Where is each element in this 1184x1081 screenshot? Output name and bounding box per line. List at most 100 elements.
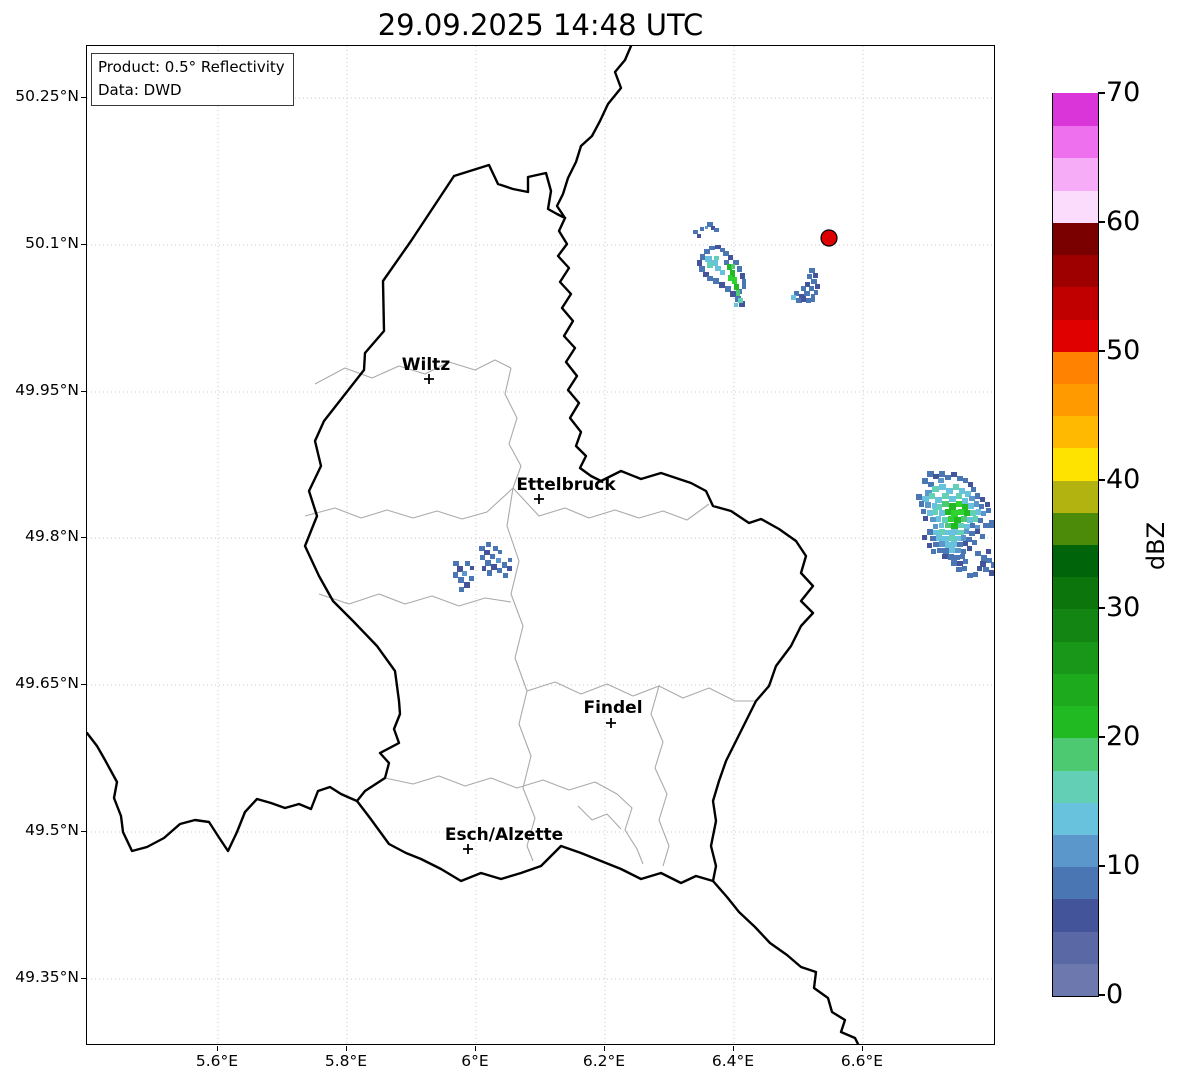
radar-cell bbox=[700, 254, 705, 260]
lon-tick-mark bbox=[345, 1046, 347, 1051]
radar-cell bbox=[979, 504, 984, 509]
colorbar-tick-label: 60 bbox=[1106, 205, 1141, 237]
lon-tick-label: 5.6°E bbox=[195, 1052, 239, 1070]
lon-tick-mark bbox=[216, 1046, 218, 1051]
radar-cell bbox=[485, 560, 491, 566]
map-canvas: Wiltz Ettelbruck Findel Esch/Alzette bbox=[87, 46, 994, 1044]
radar-cell bbox=[991, 562, 994, 568]
radar-cell bbox=[699, 266, 705, 272]
radar-cell bbox=[740, 273, 745, 279]
city-marker-findel bbox=[606, 718, 616, 728]
radar-cell bbox=[983, 567, 989, 572]
country-border bbox=[711, 879, 860, 1044]
district-border bbox=[318, 593, 512, 607]
radar-cell bbox=[957, 561, 963, 566]
colorbar-segment bbox=[1053, 93, 1098, 127]
radar-cell bbox=[956, 567, 962, 572]
legend-data-line: Data: DWD bbox=[98, 80, 182, 99]
radar-patch-cell-northeast-small bbox=[791, 268, 820, 303]
lat-tick-label: 50.1°N bbox=[25, 234, 79, 252]
colorbar-segment bbox=[1053, 576, 1098, 610]
colorbar-segment bbox=[1053, 415, 1098, 449]
radar-cell bbox=[453, 561, 459, 566]
radar-cell bbox=[801, 286, 806, 291]
colorbar-segment bbox=[1053, 125, 1098, 159]
lat-tick-mark bbox=[81, 536, 86, 538]
colorbar-segment bbox=[1053, 769, 1098, 803]
lon-tick-label: 6.6°E bbox=[840, 1052, 884, 1070]
radar-cell bbox=[734, 284, 739, 290]
radar-cell bbox=[973, 516, 978, 522]
lat-tick-label: 49.95°N bbox=[15, 381, 79, 399]
radar-cell bbox=[967, 546, 972, 551]
radar-cell bbox=[937, 548, 943, 553]
radar-cell bbox=[954, 555, 960, 560]
radar-cell bbox=[742, 284, 746, 289]
radar-cell bbox=[951, 523, 958, 529]
colorbar-tick-mark bbox=[1098, 220, 1105, 223]
radar-cell bbox=[811, 279, 817, 284]
radar-cell bbox=[933, 509, 938, 515]
radar-cell bbox=[951, 529, 958, 535]
radar-cell bbox=[960, 554, 965, 559]
radar-cell bbox=[720, 270, 725, 275]
radar-cell bbox=[955, 536, 961, 541]
radar-cell bbox=[972, 540, 977, 545]
radar-cell bbox=[958, 530, 964, 535]
radar-cell bbox=[925, 502, 931, 508]
colorbar-tick-label: 10 bbox=[1106, 850, 1141, 882]
colorbar-segment bbox=[1053, 866, 1098, 900]
radar-cell bbox=[986, 549, 991, 554]
radar-cell bbox=[978, 518, 983, 523]
radar-cell bbox=[956, 493, 962, 499]
radar-cell bbox=[923, 516, 928, 521]
radar-cell bbox=[497, 568, 502, 573]
colorbar-segment bbox=[1053, 254, 1098, 288]
radar-cell bbox=[508, 558, 512, 562]
radar-patch-cell-central bbox=[453, 542, 512, 592]
radar-cell bbox=[981, 511, 986, 516]
radar-cell bbox=[806, 298, 811, 303]
colorbar-tick-label: 40 bbox=[1106, 463, 1141, 495]
radar-cell bbox=[493, 546, 498, 551]
radar-cell bbox=[921, 509, 926, 514]
colorbar-tick-mark bbox=[1098, 736, 1105, 739]
radar-cell bbox=[951, 510, 958, 517]
radar-cell bbox=[709, 246, 715, 250]
radar-cell bbox=[971, 487, 976, 492]
country-border bbox=[87, 731, 359, 853]
lat-tick-mark bbox=[81, 96, 86, 98]
radar-cell bbox=[707, 276, 713, 281]
radar-cell bbox=[964, 510, 970, 516]
lon-tick-label: 5.8°E bbox=[324, 1052, 368, 1070]
radar-cell bbox=[465, 561, 470, 566]
radar-cell bbox=[714, 228, 719, 232]
radar-cell bbox=[939, 484, 946, 490]
radar-cell bbox=[931, 549, 936, 554]
radar-cell bbox=[930, 517, 936, 522]
radar-cell bbox=[962, 498, 968, 504]
radar-cell bbox=[949, 547, 955, 553]
radar-cell bbox=[939, 523, 944, 528]
radar-cell bbox=[813, 273, 818, 278]
colorbar-segment bbox=[1053, 641, 1098, 674]
colorbar-tick-mark bbox=[1098, 994, 1105, 996]
radar-cell bbox=[942, 501, 949, 507]
radar-cell bbox=[496, 558, 501, 563]
radar-cell bbox=[480, 555, 485, 560]
lat-tick-mark bbox=[81, 243, 86, 245]
radar-cell bbox=[814, 290, 818, 295]
radar-cell bbox=[714, 256, 719, 260]
radar-cell bbox=[951, 472, 957, 477]
radar-cell bbox=[927, 471, 934, 477]
radar-cell bbox=[486, 542, 491, 547]
radar-cell bbox=[964, 524, 970, 529]
radar-cell bbox=[935, 497, 942, 503]
radar-cell bbox=[980, 497, 985, 502]
colorbar-segment bbox=[1053, 834, 1098, 868]
radar-cell bbox=[967, 517, 973, 523]
radar-cell bbox=[693, 230, 698, 234]
radar-cell bbox=[927, 529, 933, 535]
radar-cell bbox=[503, 573, 508, 578]
radar-cell bbox=[949, 503, 956, 510]
